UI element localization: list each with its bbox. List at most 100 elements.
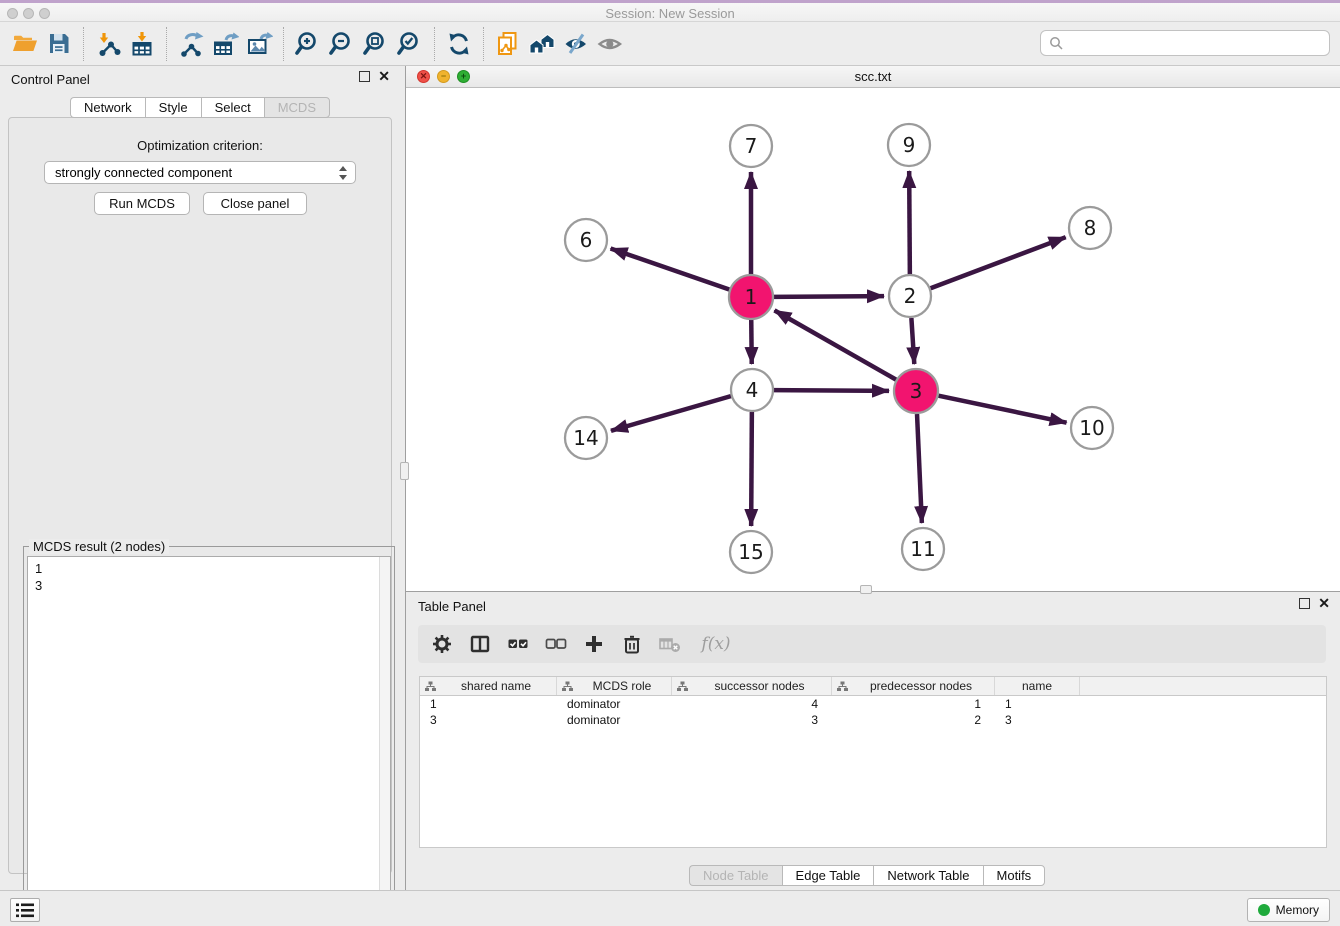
memory-button[interactable]: Memory (1247, 898, 1330, 922)
graph-node-2[interactable]: 2 (889, 275, 931, 317)
graph-node-15[interactable]: 15 (730, 531, 772, 573)
close-panel-button[interactable]: Close panel (203, 192, 307, 215)
gear-icon[interactable] (428, 630, 456, 658)
graph-node-11[interactable]: 11 (902, 528, 944, 570)
table-cell[interactable]: 1 (420, 696, 557, 712)
table-cell[interactable]: 3 (420, 712, 557, 728)
column-header-name[interactable]: name (995, 677, 1080, 695)
graph-edge-2-8[interactable] (931, 237, 1066, 288)
svg-text:4: 4 (746, 378, 759, 402)
table-header-row: shared nameMCDS role successor nodesprede… (420, 677, 1326, 696)
optimization-select[interactable]: strongly connected component (44, 161, 356, 184)
result-scrollbar[interactable] (379, 557, 390, 918)
tab-motifs[interactable]: Motifs (983, 865, 1046, 886)
select-all-icon[interactable] (504, 630, 532, 658)
zoom-selected-icon[interactable] (393, 26, 427, 62)
graph-edge-4-15[interactable] (751, 412, 752, 526)
graph-edge-4-3[interactable] (774, 390, 889, 391)
column-header-successor-nodes[interactable]: successor nodes (672, 677, 832, 695)
open-folder-icon[interactable] (8, 26, 42, 62)
graph-edge-3-10[interactable] (939, 396, 1067, 423)
export-table-icon[interactable] (208, 26, 242, 62)
export-image-icon[interactable] (242, 26, 276, 62)
graph-edge-2-3[interactable] (911, 318, 914, 364)
function-builder-icon: f(x) (694, 630, 738, 658)
table-cell[interactable]: dominator (557, 696, 672, 712)
table-cell[interactable]: 2 (832, 712, 995, 728)
tab-style[interactable]: Style (145, 97, 201, 118)
tab-edge-table[interactable]: Edge Table (782, 865, 874, 886)
status-bar: Memory (0, 890, 1340, 926)
horizontal-splitter-handle[interactable] (860, 585, 872, 594)
import-table-icon[interactable] (125, 26, 159, 62)
float-panel-icon[interactable] (359, 71, 370, 82)
graph-edge-1-2[interactable] (774, 296, 884, 297)
graph-edge-1-6[interactable] (611, 248, 730, 289)
float-table-panel-icon[interactable] (1299, 598, 1310, 609)
column-label: successor nodes (688, 679, 831, 693)
graph-edge-3-11[interactable] (917, 414, 922, 523)
column-header-predecessor-nodes[interactable]: predecessor nodes (832, 677, 995, 695)
table-cell[interactable]: 4 (672, 696, 832, 712)
graph-node-7[interactable]: 7 (730, 125, 772, 167)
graph-node-6[interactable]: 6 (565, 219, 607, 261)
network-from-selection-icon[interactable] (491, 26, 525, 62)
graph-node-1[interactable]: 1 (729, 275, 773, 319)
zoom-out-icon[interactable] (325, 26, 359, 62)
search-input[interactable] (1069, 36, 1321, 51)
graph-edge-2-9[interactable] (909, 171, 910, 274)
list-icon[interactable] (10, 898, 40, 922)
import-network-icon[interactable] (91, 26, 125, 62)
zoom-in-icon[interactable] (291, 26, 325, 62)
column-header-shared-name[interactable]: shared name (420, 677, 557, 695)
tab-mcds[interactable]: MCDS (264, 97, 330, 118)
hierarchy-icon (837, 681, 848, 692)
column-header-MCDS-role[interactable]: MCDS role (557, 677, 672, 695)
graph-node-10[interactable]: 10 (1071, 407, 1113, 449)
first-neighbors-icon[interactable] (525, 26, 559, 62)
vertical-splitter-handle[interactable] (400, 462, 409, 480)
tab-network-table[interactable]: Network Table (873, 865, 982, 886)
tab-node-table[interactable]: Node Table (689, 865, 782, 886)
close-panel-icon[interactable]: ✕ (378, 71, 390, 82)
graph-edge-4-14[interactable] (611, 396, 731, 431)
memory-label: Memory (1276, 903, 1319, 917)
show-all-icon[interactable] (593, 26, 627, 62)
table-row[interactable]: 3dominator323 (420, 712, 1326, 728)
add-column-icon[interactable] (580, 630, 608, 658)
tab-network[interactable]: Network (70, 97, 145, 118)
table-cell[interactable]: dominator (557, 712, 672, 728)
refresh-icon[interactable] (442, 26, 476, 62)
close-table-panel-icon[interactable]: ✕ (1318, 598, 1330, 609)
graph-edge-3-1[interactable] (774, 310, 896, 379)
network-canvas[interactable]: 7 9 6 8 1 2 4 3 14 10 15 11 (406, 88, 1339, 591)
table-row[interactable]: 1dominator411 (420, 696, 1326, 712)
toolbar-separator (483, 27, 484, 61)
hide-selected-icon[interactable] (559, 26, 593, 62)
split-columns-icon[interactable] (466, 630, 494, 658)
graph-node-9[interactable]: 9 (888, 124, 930, 166)
graph-node-4[interactable]: 4 (731, 369, 773, 411)
network-graph[interactable]: 7 9 6 8 1 2 4 3 14 10 15 11 (406, 88, 1339, 591)
graph-node-14[interactable]: 14 (565, 417, 607, 459)
node-table[interactable]: shared nameMCDS role successor nodesprede… (419, 676, 1327, 848)
hierarchy-icon (562, 681, 573, 692)
export-network-icon[interactable] (174, 26, 208, 62)
table-cell[interactable]: 3 (672, 712, 832, 728)
graph-node-8[interactable]: 8 (1069, 207, 1111, 249)
svg-text:11: 11 (910, 537, 935, 561)
mcds-result-area[interactable]: 13 (27, 556, 391, 919)
deselect-all-icon[interactable] (542, 630, 570, 658)
network-window-titlebar[interactable]: ✕ − + scc.txt (406, 66, 1340, 88)
table-cell[interactable]: 3 (995, 712, 1080, 728)
save-icon[interactable] (42, 26, 76, 62)
table-panel-tabs: Node TableEdge TableNetwork TableMotifs (689, 865, 1045, 886)
zoom-fit-icon[interactable] (359, 26, 393, 62)
tab-select[interactable]: Select (201, 97, 264, 118)
delete-column-icon[interactable] (618, 630, 646, 658)
table-cell[interactable]: 1 (995, 696, 1080, 712)
table-cell[interactable]: 1 (832, 696, 995, 712)
graph-node-3[interactable]: 3 (894, 369, 938, 413)
search-field[interactable] (1040, 30, 1330, 56)
run-mcds-button[interactable]: Run MCDS (94, 192, 190, 215)
